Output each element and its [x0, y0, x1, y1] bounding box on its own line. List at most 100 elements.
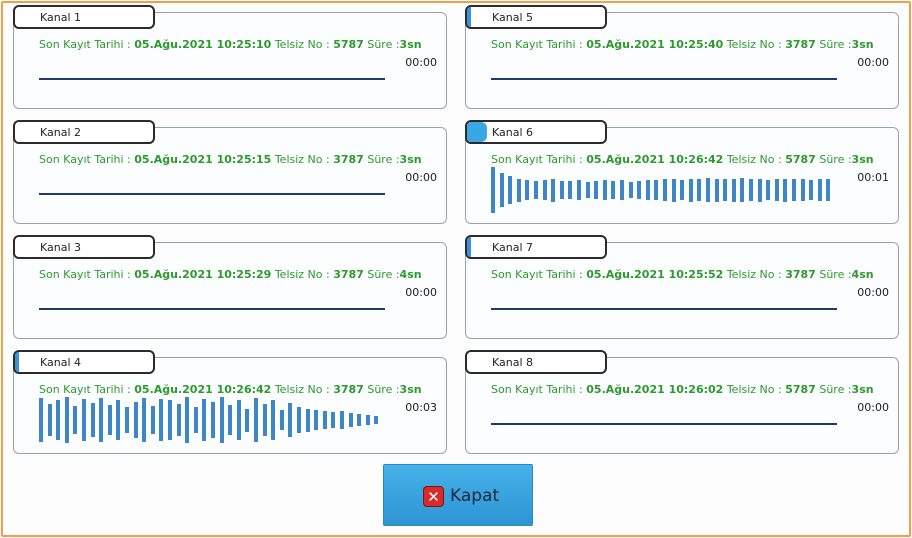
duration-label: Süre :: [815, 38, 852, 51]
radio-no-value: 3787: [333, 153, 364, 166]
waveform-bar: [706, 178, 710, 202]
waveform-bar: [516, 178, 521, 202]
waveform-bar: [559, 180, 564, 200]
duration-value: 3sn: [399, 153, 422, 166]
waveform-bar: [297, 407, 301, 433]
waveform-bar: [534, 180, 538, 200]
last-record-info: Son Kayıt Tarihi : 05.Ağu.2021 10:26:02 …: [491, 383, 874, 396]
last-record-info: Son Kayıt Tarihi : 05.Ağu.2021 10:25:52 …: [491, 268, 874, 281]
waveform-bar: [82, 399, 86, 441]
waveform-bar: [585, 181, 590, 199]
waveform-bar: [228, 405, 233, 435]
waveform-bar: [193, 407, 198, 433]
channel-tab[interactable]: Kanal 2: [13, 120, 155, 144]
waveform-bar: [766, 179, 771, 201]
channel-label: Kanal 1: [40, 11, 82, 24]
waveform-bar: [577, 180, 581, 200]
last-record-date: 05.Ağu.2021 10:25:40: [586, 38, 724, 51]
close-button-label: Kapat: [450, 486, 500, 506]
waveform-bar: [783, 178, 788, 202]
playback-timer: 00:00: [857, 286, 889, 299]
waveform-bar: [628, 181, 633, 199]
audio-track-line: [39, 78, 385, 80]
last-record-date: 05.Ağu.2021 10:26:42: [134, 383, 272, 396]
waveform-bar: [611, 181, 616, 199]
channel-panel[interactable]: Kanal 3 Son Kayıt Tarihi : 05.Ağu.2021 10…: [13, 235, 447, 339]
channel-tab[interactable]: Kanal 8: [465, 350, 607, 374]
duration-value: 3sn: [851, 383, 874, 396]
waveform-bar: [202, 399, 207, 441]
duration-value: 3sn: [851, 38, 874, 51]
channel-panel[interactable]: Kanal 4 Son Kayıt Tarihi : 05.Ağu.2021 10…: [13, 350, 447, 454]
waveform-bar: [680, 179, 685, 201]
duration-label: Süre :: [363, 38, 400, 51]
audio-track-line: [39, 308, 385, 310]
last-record-label: Son Kayıt Tarihi :: [491, 268, 587, 281]
channel-panel[interactable]: Kanal 1 Son Kayıt Tarihi : 05.Ağu.2021 10…: [13, 5, 447, 109]
last-record-label: Son Kayıt Tarihi :: [39, 38, 135, 51]
duration-label: Süre :: [363, 383, 400, 396]
channel-tab[interactable]: Kanal 6: [465, 120, 607, 144]
radio-no-value: 5787: [785, 153, 816, 166]
audio-waveform: [491, 167, 841, 215]
playback-timer: 00:00: [857, 401, 889, 414]
waveform-bar: [56, 400, 61, 440]
waveform-bar: [508, 176, 513, 204]
radio-no-value: 3787: [785, 268, 816, 281]
radio-no-label: Telsiz No :: [723, 153, 786, 166]
waveform-bar: [47, 403, 52, 437]
radio-no-label: Telsiz No :: [271, 383, 334, 396]
last-record-date: 05.Ağu.2021 10:26:02: [586, 383, 724, 396]
channel-panel[interactable]: Kanal 2 Son Kayıt Tarihi : 05.Ağu.2021 10…: [13, 120, 447, 224]
duration-value: 4sn: [399, 268, 422, 281]
channel-tab[interactable]: Kanal 4: [13, 350, 155, 374]
channel-tab[interactable]: Kanal 7: [465, 235, 607, 259]
activity-indicator: [467, 237, 471, 257]
waveform-bar: [800, 178, 805, 202]
last-record-label: Son Kayıt Tarihi :: [491, 153, 587, 166]
channel-panel[interactable]: Kanal 5 Son Kayıt Tarihi : 05.Ağu.2021 10…: [465, 5, 899, 109]
radio-no-value: 5787: [785, 383, 816, 396]
waveform-bar: [142, 398, 147, 442]
channel-label: Kanal 4: [40, 356, 82, 369]
duration-label: Süre :: [363, 153, 400, 166]
waveform-bar: [723, 178, 728, 202]
last-record-label: Son Kayıt Tarihi :: [39, 153, 135, 166]
last-record-info: Son Kayıt Tarihi : 05.Ağu.2021 10:26:42 …: [491, 153, 874, 166]
duration-value: 3sn: [399, 383, 422, 396]
playback-timer: 00:03: [405, 401, 437, 414]
waveform-bar: [125, 407, 129, 433]
close-button[interactable]: ✕ Kapat: [383, 464, 533, 526]
waveform-bar: [671, 178, 676, 202]
playback-timer: 00:00: [405, 56, 437, 69]
duration-label: Süre :: [815, 268, 852, 281]
waveform-bar: [254, 398, 258, 442]
channel-tab[interactable]: Kanal 1: [13, 5, 155, 29]
channel-panel[interactable]: Kanal 7 Son Kayıt Tarihi : 05.Ağu.2021 10…: [465, 235, 899, 339]
waveform-bar: [288, 402, 293, 438]
last-record-date: 05.Ağu.2021 10:26:42: [586, 153, 724, 166]
channel-label: Kanal 5: [492, 11, 534, 24]
audio-waveform: [39, 397, 389, 445]
waveform-bar: [159, 399, 164, 441]
waveform-bar: [340, 411, 344, 429]
last-record-label: Son Kayıt Tarihi :: [39, 383, 135, 396]
channel-tab[interactable]: Kanal 5: [465, 5, 607, 29]
radio-no-value: 5787: [333, 38, 364, 51]
duration-value: 3sn: [851, 153, 874, 166]
waveform-bar: [499, 172, 504, 208]
waveform-bar: [357, 413, 362, 427]
channel-tab[interactable]: Kanal 3: [13, 235, 155, 259]
waveform-bar: [150, 406, 155, 434]
waveform-bar: [64, 397, 69, 443]
waveform-bar: [271, 400, 276, 440]
waveform-bar: [322, 410, 327, 430]
waveform-bar: [219, 397, 224, 443]
close-x-icon: ✕: [423, 486, 444, 507]
radio-no-label: Telsiz No :: [271, 38, 334, 51]
radio-no-label: Telsiz No :: [271, 268, 334, 281]
radio-no-value: 3787: [785, 38, 816, 51]
waveform-bar: [279, 409, 284, 431]
channel-panel[interactable]: Kanal 6 Son Kayıt Tarihi : 05.Ağu.2021 10…: [465, 120, 899, 224]
channel-panel[interactable]: Kanal 8 Son Kayıt Tarihi : 05.Ağu.2021 10…: [465, 350, 899, 454]
